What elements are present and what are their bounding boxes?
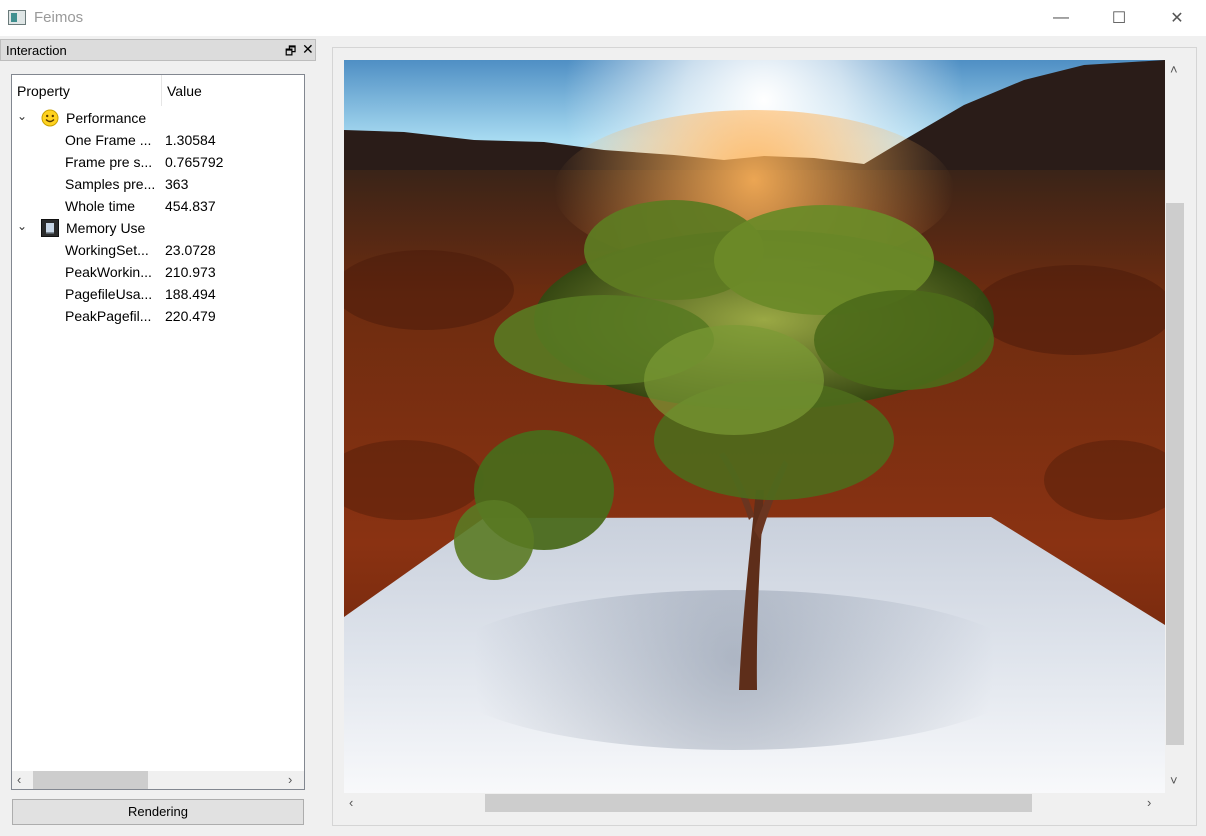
property-key: PeakWorkin... xyxy=(65,264,152,280)
maximize-button[interactable]: ☐ xyxy=(1090,0,1148,36)
tree-row[interactable]: Whole time 454.837 xyxy=(12,194,304,216)
rendered-image xyxy=(344,60,1165,793)
window-title: Feimos xyxy=(34,9,84,26)
app-icon xyxy=(8,10,26,25)
scroll-thumb[interactable] xyxy=(33,771,148,789)
expand-icon[interactable]: ⌄ xyxy=(17,109,27,123)
dock-close-button[interactable]: ✕ xyxy=(302,41,314,58)
minimize-icon: — xyxy=(1053,9,1069,26)
tree-row[interactable]: PeakWorkin... 210.973 xyxy=(12,260,304,282)
category-performance[interactable]: ⌄ Performance xyxy=(12,106,304,128)
property-key: Whole time xyxy=(65,198,136,214)
smiley-icon xyxy=(41,109,59,127)
maximize-icon: ☐ xyxy=(1111,10,1127,27)
scroll-right-icon[interactable]: › xyxy=(288,772,292,787)
property-tree[interactable]: Property Value ⌄ Performance One Frame .… xyxy=(11,74,305,790)
title-bar: Feimos — ☐ ✕ xyxy=(0,0,1206,36)
property-value: 454.837 xyxy=(165,198,216,214)
property-key: Samples pre... xyxy=(65,176,156,192)
scroll-thumb[interactable] xyxy=(485,794,1032,812)
property-value: 220.479 xyxy=(165,308,216,324)
column-property[interactable]: Property xyxy=(17,83,70,99)
dock-header: Interaction 🗗 ✕ xyxy=(0,39,316,61)
rendering-button[interactable]: Rendering xyxy=(12,799,304,825)
scroll-thumb[interactable] xyxy=(1166,203,1184,745)
tree-row[interactable]: Frame pre s... 0.765792 xyxy=(12,150,304,172)
property-key: One Frame ... xyxy=(65,132,152,148)
minimize-button[interactable]: — xyxy=(1032,0,1090,36)
scroll-left-icon[interactable]: ‹ xyxy=(17,772,21,787)
scroll-right-icon[interactable]: › xyxy=(1147,795,1151,810)
property-value: 1.30584 xyxy=(165,132,216,148)
column-value[interactable]: Value xyxy=(167,83,202,99)
property-key: Frame pre s... xyxy=(65,154,153,170)
property-value: 210.973 xyxy=(165,264,216,280)
scroll-down-icon[interactable]: ˅ xyxy=(1170,773,1178,788)
category-memory-use[interactable]: ⌄ Memory Use xyxy=(12,216,304,238)
category-label: Performance xyxy=(66,110,147,126)
property-value: 188.494 xyxy=(165,286,216,302)
memory-chip-icon xyxy=(41,219,59,237)
tree-header: Property Value xyxy=(12,75,304,106)
dock-float-button[interactable]: 🗗 xyxy=(285,42,296,63)
expand-icon[interactable]: ⌄ xyxy=(17,219,27,233)
property-key: WorkingSet... xyxy=(65,242,149,258)
category-label: Memory Use xyxy=(66,220,146,236)
tree-row[interactable]: PagefileUsa... 188.494 xyxy=(12,282,304,304)
view-vertical-scrollbar[interactable]: ˄ ˅ xyxy=(1165,60,1185,793)
scroll-left-icon[interactable]: ‹ xyxy=(349,795,353,810)
property-key: PagefileUsa... xyxy=(65,286,153,302)
tree-row[interactable]: One Frame ... 1.30584 xyxy=(12,128,304,150)
tree-row[interactable]: Samples pre... 363 xyxy=(12,172,304,194)
scroll-up-icon[interactable]: ˄ xyxy=(1170,62,1178,77)
property-value: 0.765792 xyxy=(165,154,224,170)
render-view[interactable] xyxy=(344,60,1165,793)
property-value: 363 xyxy=(165,176,189,192)
property-key: PeakPagefil... xyxy=(65,308,152,324)
close-button[interactable]: ✕ xyxy=(1148,0,1206,36)
view-horizontal-scrollbar[interactable]: ‹ › xyxy=(344,793,1165,813)
close-icon: ✕ xyxy=(1170,10,1184,27)
tree-row[interactable]: PeakPagefil... 220.479 xyxy=(12,304,304,326)
tree-horizontal-scrollbar[interactable]: ‹ › xyxy=(12,771,304,789)
dock-title: Interaction xyxy=(6,43,67,58)
property-value: 23.0728 xyxy=(165,242,216,258)
column-separator[interactable] xyxy=(161,75,162,106)
tree-row[interactable]: WorkingSet... 23.0728 xyxy=(12,238,304,260)
